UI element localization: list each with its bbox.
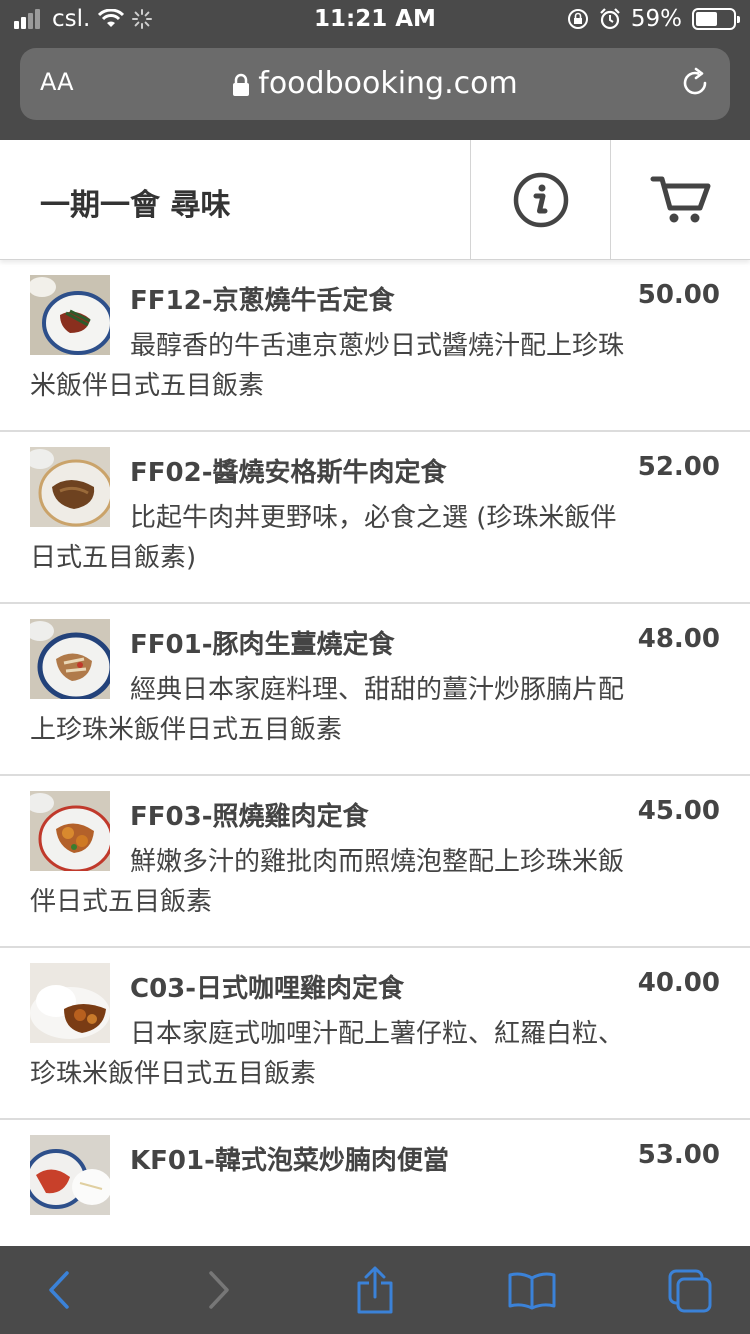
item-price: 45.00 <box>637 796 720 826</box>
item-name: FF01-豚肉生薑燒定食 <box>130 630 395 660</box>
cart-icon <box>650 176 710 223</box>
menu-list: FF12-京蔥燒牛舌定食 50.00 最醇香的牛舌連京蔥炒日式醬燒汁配上珍珠米飯… <box>0 260 750 1246</box>
info-icon <box>513 172 568 228</box>
back-arrow-icon <box>49 1271 69 1309</box>
back-button[interactable] <box>34 1264 86 1316</box>
browser-chrome: csl. 11:21 AM 59% AA foodbooking.com <box>0 0 750 140</box>
item-description: 比起牛肉丼更野味，必食之選 (珍珠米飯伴日式五目飯素) <box>30 503 617 573</box>
item-name: FF03-照燒雞肉定食 <box>130 802 369 832</box>
item-name: FF02-醬燒安格斯牛肉定食 <box>130 458 447 488</box>
bookmarks-icon <box>508 1272 556 1310</box>
item-description: 經典日本家庭料理、甜甜的薑汁炒豚腩片配上珍珠米飯伴日式五目飯素 <box>30 675 625 745</box>
tabs-icon <box>668 1269 712 1313</box>
status-right: 59% <box>567 6 740 32</box>
menu-item[interactable]: FF02-醬燒安格斯牛肉定食 52.00 比起牛肉丼更野味，必食之選 (珍珠米飯… <box>0 432 750 604</box>
menu-item[interactable]: KF01-韓式泡菜炒腩肉便當 53.00 <box>0 1120 750 1246</box>
item-description: 鮮嫩多汁的雞批肉而照燒泡整配上珍珠米飯伴日式五目飯素 <box>30 847 625 917</box>
battery-level <box>696 12 717 26</box>
item-name: FF12-京蔥燒牛舌定食 <box>130 286 395 316</box>
item-name: KF01-韓式泡菜炒腩肉便當 <box>130 1146 449 1176</box>
battery-percent: 59% <box>630 6 682 32</box>
reload-icon[interactable] <box>678 66 712 100</box>
shop-name: 一期一會 尋味 <box>40 188 231 223</box>
item-price: 48.00 <box>637 624 720 654</box>
item-price: 52.00 <box>637 452 720 482</box>
alarm-icon <box>600 8 620 30</box>
menu-item[interactable]: FF01-豚肉生薑燒定食 48.00 經典日本家庭料理、甜甜的薑汁炒豚腩片配上珍… <box>0 604 750 776</box>
food-thumbnail <box>30 1135 110 1215</box>
page-header: 一期一會 尋味 <box>0 140 750 260</box>
item-price: 50.00 <box>637 280 720 310</box>
cart-button[interactable] <box>610 140 750 260</box>
orientation-lock-icon <box>567 9 588 29</box>
forward-arrow-icon <box>209 1271 229 1309</box>
url-display[interactable]: foodbooking.com <box>20 66 730 101</box>
lock-icon <box>233 73 250 96</box>
menu-item[interactable]: FF12-京蔥燒牛舌定食 50.00 最醇香的牛舌連京蔥炒日式醬燒汁配上珍珠米飯… <box>0 260 750 432</box>
bookmarks-button[interactable] <box>506 1264 558 1316</box>
browser-toolbar <box>0 1246 750 1334</box>
address-bar[interactable]: AA foodbooking.com <box>20 48 730 120</box>
menu-item[interactable]: FF03-照燒雞肉定食 45.00 鮮嫩多汁的雞批肉而照燒泡整配上珍珠米飯伴日式… <box>0 776 750 948</box>
share-button[interactable] <box>349 1264 401 1316</box>
status-bar: csl. 11:21 AM 59% <box>0 0 750 40</box>
url-text: foodbooking.com <box>258 66 518 101</box>
item-price: 40.00 <box>637 968 720 998</box>
menu-item[interactable]: C03-日式咖哩雞肉定食 40.00 日本家庭式咖哩汁配上薯仔粒、紅羅白粒、珍珠… <box>0 948 750 1120</box>
item-description: 日本家庭式咖哩汁配上薯仔粒、紅羅白粒、珍珠米飯伴日式五目飯素 <box>30 1019 625 1089</box>
info-button[interactable] <box>470 140 610 260</box>
share-icon <box>357 1266 393 1314</box>
item-description: 最醇香的牛舌連京蔥炒日式醬燒汁配上珍珠米飯伴日式五目飯素 <box>30 331 625 401</box>
tabs-button[interactable] <box>664 1264 716 1316</box>
item-name: C03-日式咖哩雞肉定食 <box>130 974 405 1004</box>
item-price: 53.00 <box>637 1140 720 1170</box>
forward-button[interactable] <box>192 1264 244 1316</box>
battery-icon <box>692 8 740 30</box>
